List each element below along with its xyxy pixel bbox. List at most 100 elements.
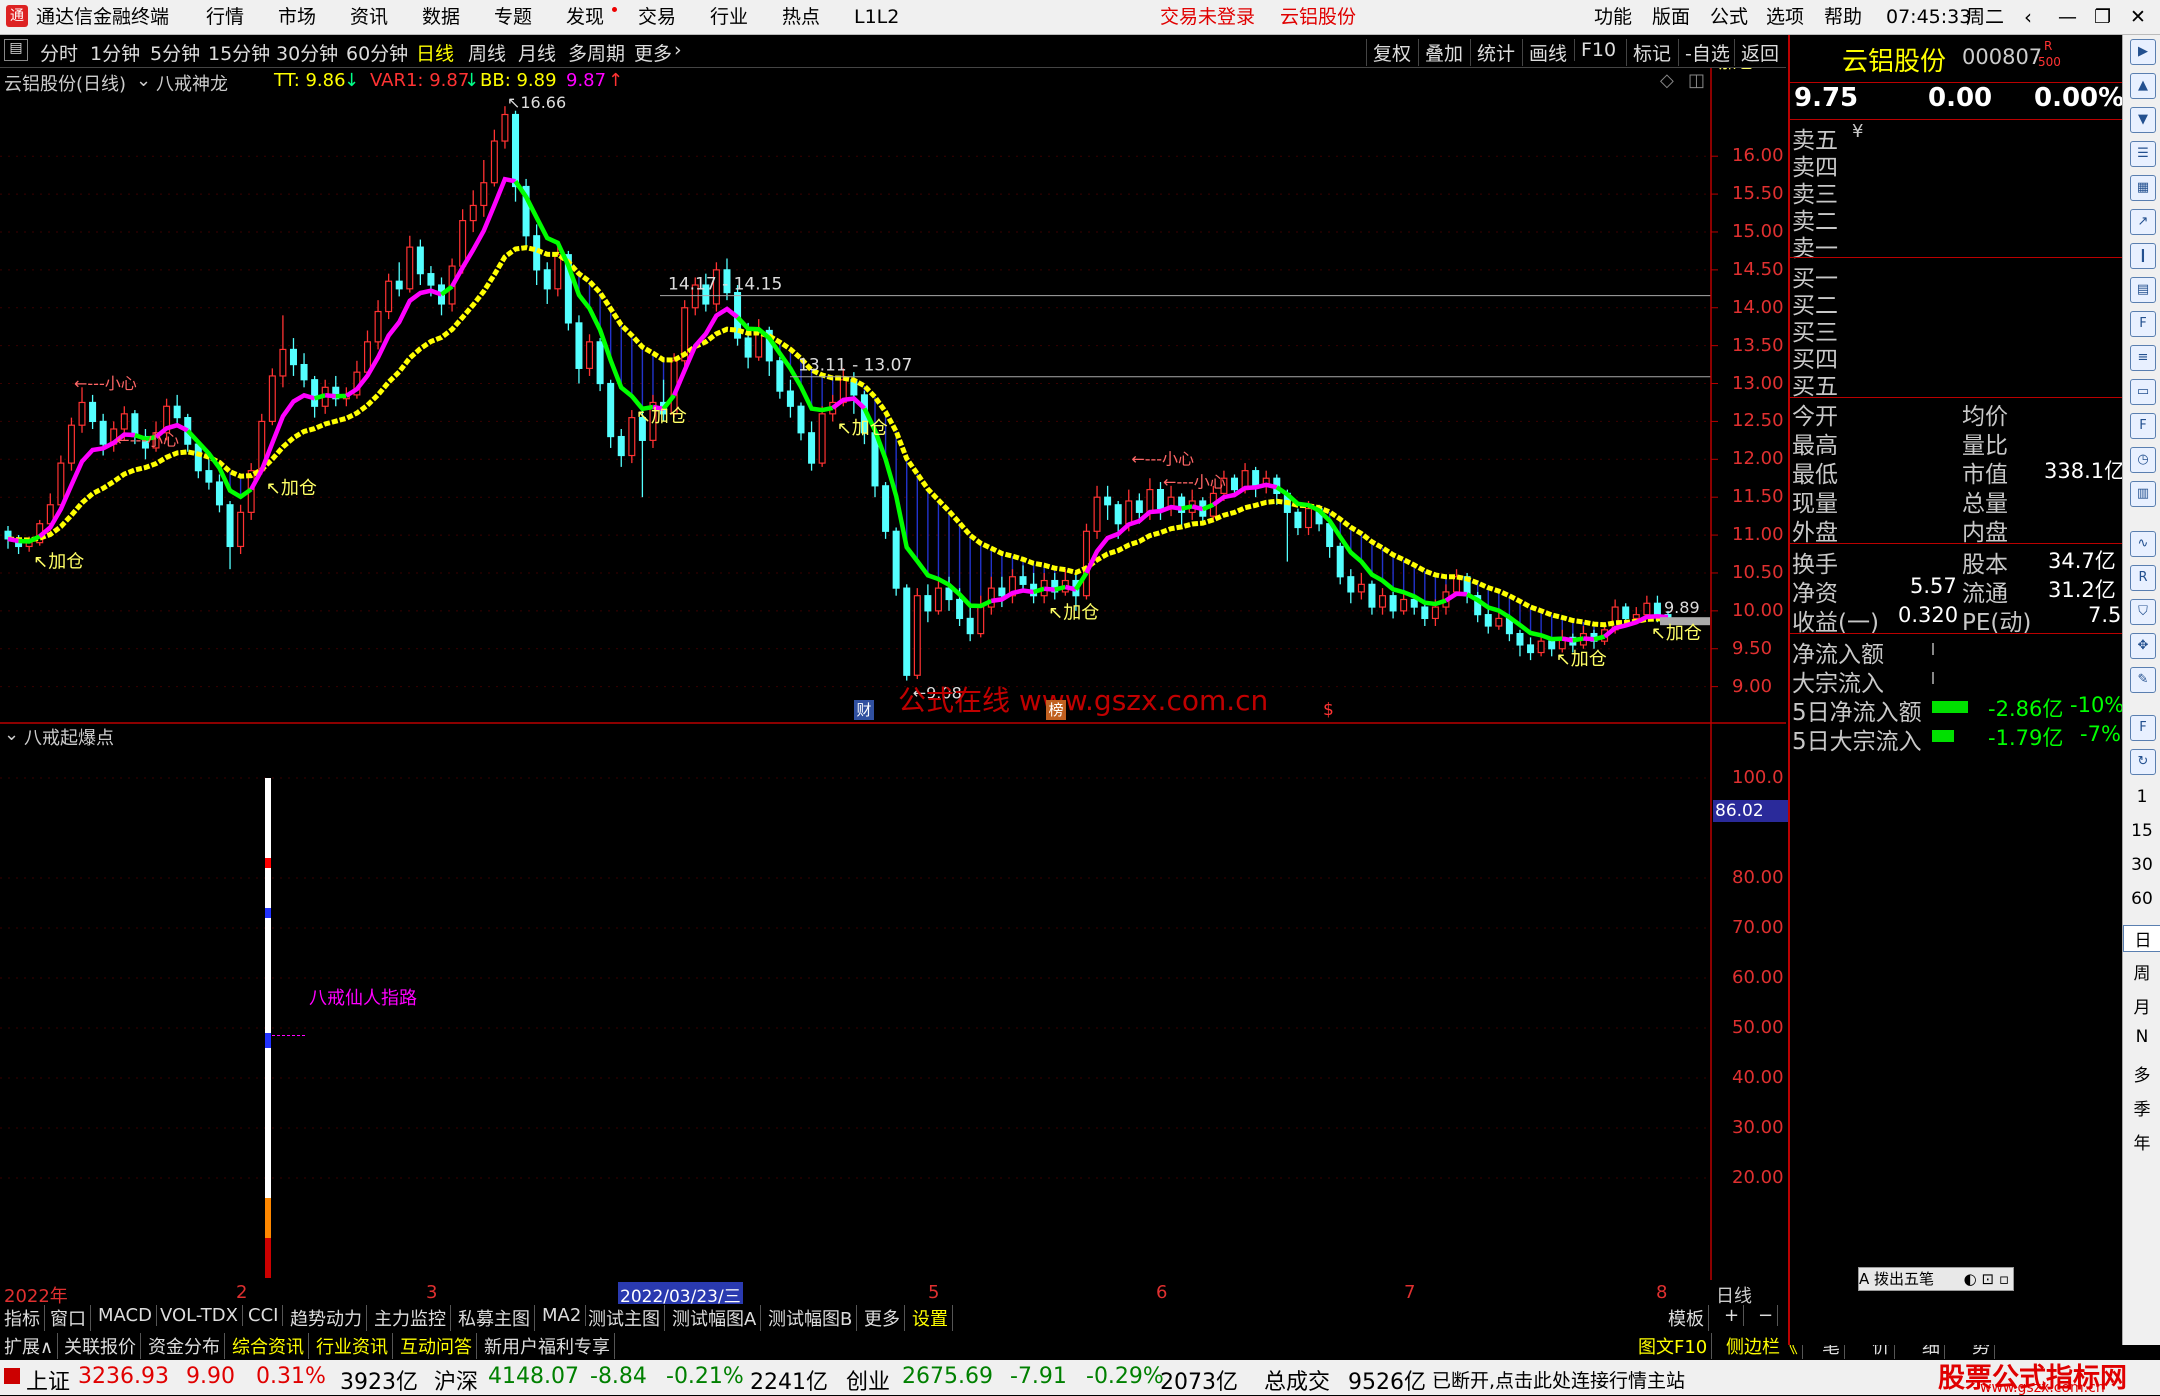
tab-ceshi-futu-a[interactable]: 测试幅图A: [668, 1305, 761, 1331]
marker-cai[interactable]: 财: [854, 700, 874, 720]
sidebar-num-30[interactable]: 30: [2123, 855, 2160, 875]
tab-vol-tdx[interactable]: VOL-TDX: [156, 1305, 243, 1326]
table-icon[interactable]: ▤: [2130, 277, 2156, 303]
tab-zhibiao[interactable]: 指标: [0, 1305, 45, 1331]
sh-name[interactable]: 上证: [26, 1364, 70, 1396]
sidebar-period-n[interactable]: N: [2123, 1027, 2160, 1047]
sidebar-period-month[interactable]: 月: [2123, 993, 2160, 1018]
tab-guanlian[interactable]: 关联报价: [60, 1333, 141, 1359]
period-weekly[interactable]: 周线: [468, 39, 506, 66]
tab-chuangkou[interactable]: 窗口: [46, 1305, 91, 1331]
market-icon[interactable]: [4, 1368, 20, 1384]
move-icon[interactable]: ✥: [2130, 633, 2156, 659]
tab-ma2[interactable]: MA2: [538, 1305, 586, 1326]
tab-ceshi-futu-b[interactable]: 测试幅图B: [764, 1305, 857, 1331]
cy-name[interactable]: 创业: [846, 1364, 890, 1396]
f2-icon[interactable]: F: [2130, 413, 2156, 439]
menu-icon[interactable]: ▤: [4, 39, 28, 61]
pin-icon[interactable]: ▶: [2130, 39, 2156, 65]
up-arrow-icon[interactable]: ▲: [2130, 73, 2156, 99]
tool-diejia[interactable]: 叠加: [1418, 39, 1463, 66]
period-5min[interactable]: 5分钟: [150, 39, 200, 66]
mini-toolbar[interactable]: A 拨出五笔 ◐ ⊡ ▫: [1858, 1267, 2014, 1291]
wave-icon[interactable]: ∿: [2130, 531, 2156, 557]
menu-jiaoyi[interactable]: 交易: [638, 5, 676, 29]
tool-huaxian[interactable]: 画线: [1522, 39, 1567, 66]
menu-list-icon[interactable]: ≡: [2130, 345, 2156, 371]
menu-gongshi[interactable]: 公式: [1710, 5, 1748, 29]
tool-fanhui[interactable]: 返回: [1734, 39, 1779, 66]
sub-chart-title[interactable]: 八戒起爆点: [24, 724, 114, 750]
list-icon[interactable]: ☰: [2130, 141, 2156, 167]
down-arrow-icon[interactable]: ▼: [2130, 107, 2156, 133]
add-icon[interactable]: +: [1720, 1305, 1744, 1326]
tab-cci[interactable]: CCI: [244, 1305, 283, 1326]
tab-zonghe[interactable]: 综合资讯: [228, 1333, 309, 1359]
menu-zhuanti[interactable]: 专题: [494, 5, 532, 29]
mini-toolbar-label[interactable]: A 拨出五笔: [1859, 1270, 1934, 1288]
restore-icon[interactable]: ❐: [2094, 5, 2111, 29]
menu-xuanxiang[interactable]: 选项: [1766, 5, 1804, 29]
tab-simu[interactable]: 私募主图: [454, 1305, 535, 1331]
sidebar-num-15[interactable]: 15: [2123, 821, 2160, 841]
template-button[interactable]: 模板: [1664, 1305, 1709, 1331]
mini-toolbar-icons[interactable]: ◐ ⊡ ▫: [1964, 1268, 2009, 1290]
grid-icon[interactable]: ▦: [2130, 175, 2156, 201]
diamond-icon[interactable]: ◇: [1660, 70, 1674, 91]
menu-banmian[interactable]: 版面: [1652, 5, 1690, 29]
menu-shichang[interactable]: 市场: [278, 5, 316, 29]
menu-faxian[interactable]: 发现: [566, 5, 604, 29]
tab-zhuli[interactable]: 主力监控: [370, 1305, 451, 1331]
tool-zixuan[interactable]: -自选: [1678, 39, 1730, 66]
doc-icon[interactable]: ▭: [2130, 379, 2156, 405]
sidebar-period-day[interactable]: 日: [2123, 925, 2160, 952]
minimize-icon[interactable]: —: [2058, 5, 2077, 29]
pencil-icon[interactable]: ✎: [2130, 667, 2156, 693]
menu-hangqing[interactable]: 行情: [206, 5, 244, 29]
sub-dropdown-icon[interactable]: ⌄: [4, 724, 19, 745]
tab-hangye[interactable]: 行业资讯: [312, 1333, 393, 1359]
shield-icon[interactable]: ⛉: [2130, 599, 2156, 625]
tab-settings[interactable]: 设置: [908, 1305, 953, 1331]
chevron-right-icon[interactable]: ›: [674, 39, 682, 61]
login-status[interactable]: 交易未登录: [1160, 5, 1255, 29]
chart-icon[interactable]: ▥: [2130, 481, 2156, 507]
minus-icon[interactable]: −: [1754, 1305, 1778, 1326]
rsi-icon[interactable]: R: [2130, 565, 2156, 591]
period-daily[interactable]: 日线: [416, 39, 454, 66]
sidebar-period-week[interactable]: 周: [2123, 959, 2160, 984]
f10-icon[interactable]: F: [2130, 311, 2156, 337]
period-30min[interactable]: 30分钟: [276, 39, 338, 66]
menu-gongneng[interactable]: 功能: [1594, 5, 1632, 29]
period-15min[interactable]: 15分钟: [208, 39, 270, 66]
period-1min[interactable]: 1分钟: [90, 39, 140, 66]
panel-toggle-icon[interactable]: ◫: [1688, 70, 1705, 91]
connection-status[interactable]: 已断开,点击此处连接行情主站: [1432, 1366, 1685, 1393]
tab-more[interactable]: 更多: [860, 1305, 905, 1331]
period-fenshi[interactable]: 分时: [40, 39, 78, 66]
refresh-icon[interactable]: ↻: [2130, 749, 2156, 775]
tool-f10[interactable]: F10: [1574, 39, 1616, 61]
back-icon[interactable]: ‹: [2024, 5, 2032, 29]
marker-dollar[interactable]: $: [1323, 700, 1334, 720]
chart-area[interactable]: ↖16.66←9.089.8914.17 - 14.1513.11 - 13.0…: [0, 68, 1786, 1280]
tab-qushi[interactable]: 趋势动力: [286, 1305, 367, 1331]
tool-tongji[interactable]: 统计: [1470, 39, 1515, 66]
sidebar-num-60[interactable]: 60: [2123, 889, 2160, 909]
menu-hangye[interactable]: 行业: [710, 5, 748, 29]
tab-xinyonghu[interactable]: 新用户福利专享: [480, 1333, 615, 1359]
period-more[interactable]: 更多: [634, 39, 672, 66]
tab-tuwen-f10[interactable]: 图文F10: [1634, 1333, 1712, 1359]
tab-hudong[interactable]: 互动问答: [396, 1333, 477, 1359]
sidebar-period-season[interactable]: 季: [2123, 1095, 2160, 1120]
tab-zijin[interactable]: 资金分布: [144, 1333, 225, 1359]
tab-ceshi-zhutu[interactable]: 测试主图: [584, 1305, 665, 1331]
hs-name[interactable]: 沪深: [434, 1364, 478, 1396]
period-multi[interactable]: 多周期: [568, 39, 625, 66]
tool-fuquan[interactable]: 复权: [1366, 39, 1411, 66]
menu-bangzhu[interactable]: 帮助: [1824, 5, 1862, 29]
tab-kuozhan[interactable]: 扩展∧: [0, 1333, 58, 1359]
menu-l1l2[interactable]: L1L2: [854, 5, 899, 29]
close-icon[interactable]: ✕: [2130, 5, 2146, 29]
sidebar-period-year[interactable]: 年: [2123, 1129, 2160, 1154]
